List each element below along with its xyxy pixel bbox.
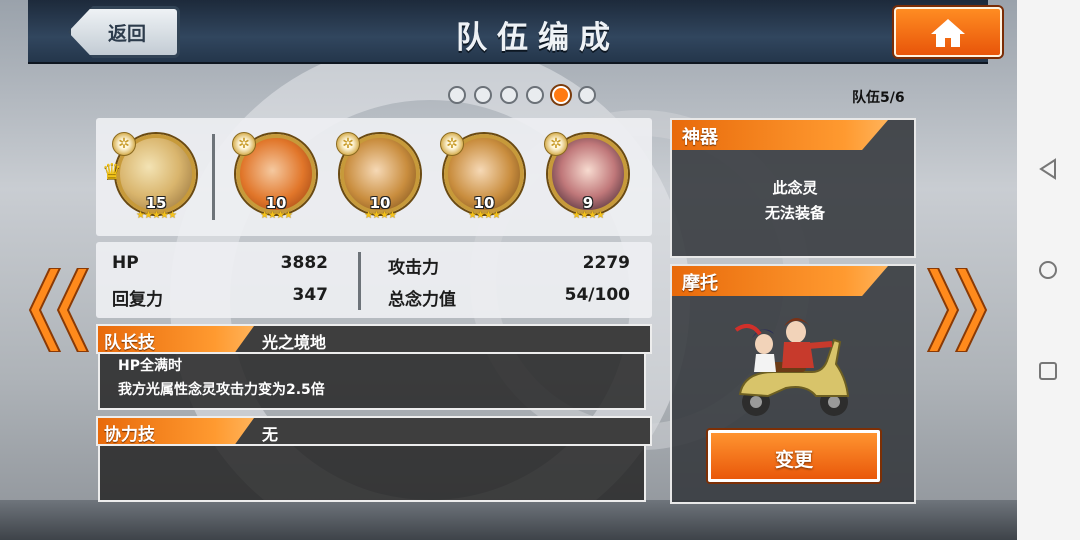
page-dot[interactable] bbox=[526, 86, 544, 104]
leader-skill-line: HP全满时 bbox=[118, 358, 182, 374]
coop-skill-tab: 协力技 bbox=[98, 418, 254, 444]
motor-header: 摩托 bbox=[672, 266, 888, 296]
member-slot[interactable]: ✲ 10 ★★★★ bbox=[334, 132, 426, 230]
member-stars: ★★★★★ bbox=[136, 210, 177, 221]
background-floor bbox=[0, 500, 1017, 540]
back-button-label: 返回 bbox=[108, 23, 147, 45]
artifact-header-label: 神器 bbox=[682, 127, 718, 148]
leader-skill-tab: 队长技 bbox=[98, 326, 254, 352]
page-dot[interactable] bbox=[474, 86, 492, 104]
leader-crown-icon: ♛ bbox=[102, 160, 122, 185]
next-team-arrow-icon[interactable] bbox=[922, 268, 992, 352]
page-dot[interactable] bbox=[578, 86, 596, 104]
power-value: 54/100 bbox=[564, 285, 630, 305]
system-nav-bar bbox=[1017, 0, 1080, 540]
attack-label: 攻击力 bbox=[388, 258, 439, 278]
artifact-message-line: 无法装备 bbox=[764, 204, 825, 222]
member-stars: ★★★★ bbox=[260, 210, 293, 221]
motor-header-label: 摩托 bbox=[682, 273, 718, 294]
member-slot[interactable]: ✲ 10 ★★★★ bbox=[230, 132, 322, 230]
previous-team-arrow-icon[interactable] bbox=[24, 268, 94, 352]
recovery-label: 回复力 bbox=[112, 290, 163, 310]
member-row: ✲ ♛ 15 ★★★★★ ✲ 10 ★★★★ ✲ 10 ★★★★ ✲ 10 ★★… bbox=[96, 118, 652, 236]
artifact-panel: 神器 此念灵 无法装备 bbox=[670, 118, 916, 258]
page-dot[interactable] bbox=[448, 86, 466, 104]
member-stars: ★★★★ bbox=[364, 210, 397, 221]
hp-label: HP bbox=[112, 253, 139, 273]
team-panel: ✲ ♛ 15 ★★★★★ ✲ 10 ★★★★ ✲ 10 ★★★★ ✲ 10 ★★… bbox=[96, 118, 652, 504]
member-slot-leader[interactable]: ✲ ♛ 15 ★★★★★ bbox=[102, 132, 202, 230]
home-icon bbox=[931, 19, 965, 47]
recovery-value: 347 bbox=[292, 285, 329, 305]
coop-skill-name: 无 bbox=[262, 425, 279, 444]
scooter-image bbox=[734, 318, 850, 416]
power-label: 总念力值 bbox=[388, 290, 456, 310]
leader-skill-line: 我方光属性念灵攻击力变为2.5倍 bbox=[118, 382, 325, 398]
hp-value: 3882 bbox=[280, 253, 328, 273]
team-pager bbox=[448, 86, 596, 106]
leader-skill-description: HP全满时 我方光属性念灵攻击力变为2.5倍 bbox=[98, 354, 646, 410]
leader-skill-name: 光之境地 bbox=[262, 333, 327, 352]
light-attribute-icon: ✲ bbox=[232, 132, 256, 156]
artifact-message: 此念灵 无法装备 bbox=[672, 176, 918, 226]
recents-square-icon[interactable] bbox=[1037, 360, 1059, 382]
coop-skill-header: 协力技 无 bbox=[96, 416, 652, 446]
top-bar: 返回 队伍编成 bbox=[28, 0, 1002, 64]
page-dot[interactable] bbox=[500, 86, 518, 104]
page-dot-active[interactable] bbox=[552, 86, 570, 104]
leader-skill-tab-label: 队长技 bbox=[104, 333, 155, 353]
coop-skill-description bbox=[98, 446, 646, 502]
light-attribute-icon: ✲ bbox=[544, 132, 568, 156]
artifact-header: 神器 bbox=[672, 120, 888, 150]
game-screen: 返回 队伍编成 队伍5/6 ✲ ♛ 15 ★★★★★ ✲ 10 ★★★★ ✲ 1… bbox=[0, 0, 1017, 540]
light-attribute-icon: ✲ bbox=[440, 132, 464, 156]
member-slot[interactable]: ✲ 10 ★★★★ bbox=[438, 132, 530, 230]
light-attribute-icon: ✲ bbox=[336, 132, 360, 156]
light-attribute-icon: ✲ bbox=[112, 132, 136, 156]
home-button[interactable] bbox=[894, 7, 1002, 57]
change-motor-label: 变更 bbox=[774, 449, 813, 471]
member-stars: ★★★★ bbox=[468, 210, 501, 221]
stats-divider bbox=[358, 252, 361, 310]
member-slot[interactable]: ✲ 9 ★★★★ bbox=[542, 132, 634, 230]
leader-skill-header: 队长技 光之境地 bbox=[96, 324, 652, 354]
back-triangle-icon[interactable] bbox=[1037, 158, 1059, 180]
page-title: 队伍编成 bbox=[456, 20, 620, 56]
artifact-message-line: 此念灵 bbox=[772, 179, 818, 197]
change-motor-button[interactable]: 变更 bbox=[708, 430, 880, 482]
leader-divider bbox=[212, 134, 215, 220]
attack-value: 2279 bbox=[582, 253, 630, 273]
coop-skill-tab-label: 协力技 bbox=[104, 425, 155, 445]
member-stars: ★★★★ bbox=[572, 210, 605, 221]
back-button[interactable]: 返回 bbox=[68, 6, 180, 58]
home-circle-icon[interactable] bbox=[1037, 259, 1059, 281]
team-stats: HP 3882 回复力 347 攻击力 2279 总念力值 54/100 bbox=[96, 242, 652, 318]
team-index-label: 队伍5/6 bbox=[852, 90, 905, 106]
